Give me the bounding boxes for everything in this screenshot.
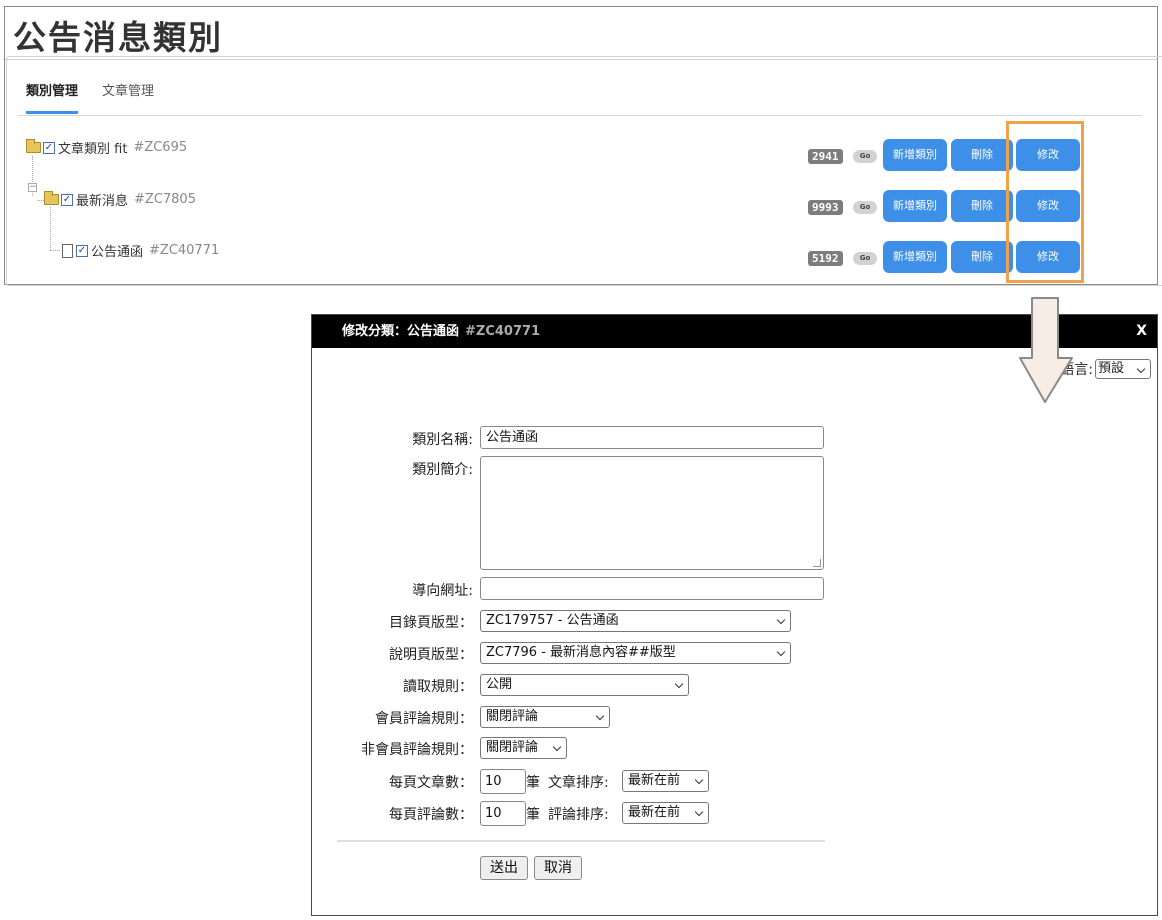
- redirect-url-input[interactable]: [480, 577, 824, 600]
- add-category-button[interactable]: 新增類別: [883, 190, 947, 222]
- collapse-icon[interactable]: −: [28, 183, 37, 192]
- delete-button[interactable]: 刪除: [951, 139, 1013, 171]
- tab-article-management[interactable]: 文章管理: [102, 84, 154, 114]
- add-category-button[interactable]: 新增類別: [883, 139, 947, 171]
- tree-node-label[interactable]: 最新消息: [76, 190, 128, 209]
- tree-node-code: #ZC40771: [149, 243, 220, 258]
- member-comment-select[interactable]: 關閉評論: [480, 706, 610, 728]
- delete-button[interactable]: 刪除: [951, 190, 1013, 222]
- comment-sort-label: 評論排序:: [548, 807, 609, 823]
- list-template-select[interactable]: ZC179757 - 公告通函: [480, 610, 791, 632]
- chevron-down-icon: [776, 647, 786, 657]
- article-count-badge: 9993: [808, 200, 843, 215]
- comments-unit: 筆: [526, 807, 540, 823]
- article-sort-select[interactable]: 最新在前: [622, 770, 709, 792]
- folder-icon: [44, 191, 59, 205]
- articles-per-page-label: 每頁文章數：: [389, 775, 473, 791]
- tree-node-label[interactable]: 公告通函: [91, 241, 143, 260]
- resize-handle-icon[interactable]: [813, 559, 821, 567]
- submit-button[interactable]: 送出: [480, 856, 528, 880]
- intro-label: 類別簡介:: [412, 462, 473, 478]
- comments-per-page-input[interactable]: 10: [480, 801, 526, 826]
- comment-sort-select[interactable]: 最新在前: [622, 802, 709, 824]
- dialog-title-code: #ZC40771: [465, 324, 541, 339]
- chevron-down-icon: [595, 711, 605, 721]
- page-title: 公告消息類別: [13, 18, 223, 57]
- tree-connector: [37, 200, 44, 201]
- chevron-down-icon: [674, 679, 684, 689]
- category-name-input[interactable]: 公告通函: [480, 426, 824, 449]
- comments-per-page-label: 每頁評論數：: [389, 807, 473, 823]
- dialog-title: 修改分類：公告通函: [342, 324, 460, 339]
- delete-button[interactable]: 刪除: [951, 241, 1013, 273]
- edit-button[interactable]: 修改: [1016, 190, 1080, 222]
- chevron-down-icon: [776, 615, 786, 625]
- close-button[interactable]: X: [1136, 315, 1147, 348]
- chevron-down-icon: [552, 742, 562, 752]
- member-comment-label: 會員評論規則：: [375, 711, 473, 727]
- chevron-down-icon: [1136, 364, 1146, 374]
- read-rule-select[interactable]: 公開: [480, 674, 689, 696]
- checkbox-icon[interactable]: ✓: [43, 141, 55, 154]
- tree-node-code: #ZC7805: [134, 192, 196, 207]
- go-icon[interactable]: Go: [853, 252, 877, 265]
- nonmember-comment-label: 非會員評論規則：: [361, 742, 473, 758]
- folder-icon: [26, 139, 41, 153]
- tree-node-announcement: ✓ 公告通函 #ZC40771: [62, 241, 219, 260]
- desc-template-select[interactable]: ZC7796 - 最新消息內容##版型: [480, 642, 791, 664]
- url-label: 導向網址:: [412, 583, 473, 599]
- edit-button[interactable]: 修改: [1016, 241, 1080, 273]
- article-sort-label: 文章排序:: [548, 775, 609, 791]
- tab-bar: 類別管理 文章管理: [18, 82, 1142, 116]
- form-divider: [337, 840, 825, 842]
- tree-connector: [50, 250, 60, 251]
- tree-node-code: #ZC695: [133, 140, 188, 155]
- articles-per-page-input[interactable]: 10: [480, 769, 526, 794]
- tree-node-root: ✓ 文章類別 fit #ZC695: [26, 138, 187, 157]
- language-select[interactable]: 預設: [1095, 359, 1151, 379]
- name-label: 類別名稱:: [412, 432, 473, 448]
- nonmember-comment-select[interactable]: 關閉評論: [480, 737, 567, 759]
- article-count-badge: 2941: [808, 149, 843, 164]
- checkbox-icon[interactable]: ✓: [61, 193, 73, 206]
- go-icon[interactable]: Go: [853, 201, 877, 214]
- document-icon: [62, 243, 73, 258]
- edit-category-dialog: 修改分類：公告通函 #ZC40771 X 語言: 預設 類別名稱: 公告通函 類別…: [311, 314, 1158, 916]
- article-count-badge: 5192: [808, 251, 843, 266]
- tab-category-management[interactable]: 類別管理: [26, 84, 79, 114]
- callout-down-arrow-icon: [1019, 297, 1073, 403]
- category-intro-textarea[interactable]: [480, 456, 824, 570]
- tree-node-label[interactable]: 文章類別 fit: [58, 138, 127, 157]
- tree-node-news: ✓ 最新消息 #ZC7805: [44, 190, 196, 209]
- list-template-label: 目錄頁版型：: [389, 615, 473, 631]
- edit-button[interactable]: 修改: [1016, 139, 1080, 171]
- chevron-down-icon: [694, 807, 704, 817]
- cancel-button[interactable]: 取消: [534, 856, 582, 880]
- go-icon[interactable]: Go: [853, 150, 877, 163]
- checkbox-icon[interactable]: ✓: [76, 244, 88, 257]
- articles-unit: 筆: [526, 775, 540, 791]
- add-category-button[interactable]: 新增類別: [883, 241, 947, 273]
- desc-template-label: 說明頁版型：: [389, 647, 473, 663]
- chevron-down-icon: [694, 775, 704, 785]
- read-rule-label: 讀取規則：: [403, 679, 473, 695]
- tree-connector: [50, 207, 51, 250]
